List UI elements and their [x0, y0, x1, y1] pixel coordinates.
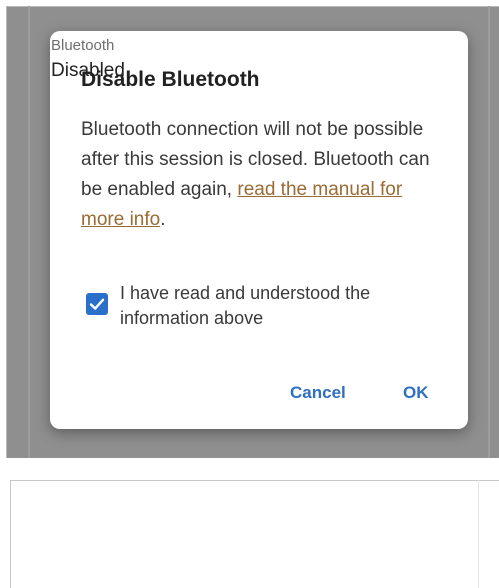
acknowledge-checkbox-label[interactable]: I have read and understood the informati…	[120, 281, 420, 331]
bluetooth-setting-value: Disabled	[51, 60, 125, 81]
dimmed-page-edge	[28, 6, 30, 458]
bluetooth-setting-card[interactable]	[10, 480, 499, 588]
dialog-message: Bluetooth connection will not be possibl…	[81, 115, 441, 235]
acknowledge-checkbox-row[interactable]: I have read and understood the informati…	[86, 281, 446, 341]
cancel-button[interactable]: Cancel	[290, 383, 346, 403]
dimmed-page-edge	[488, 6, 490, 458]
disable-bluetooth-dialog: Disable Bluetooth Bluetooth connection w…	[50, 31, 468, 429]
acknowledge-checkbox[interactable]	[86, 293, 108, 315]
bluetooth-setting-label: Bluetooth	[51, 37, 115, 54]
card-divider	[478, 480, 479, 588]
checkmark-icon	[89, 298, 105, 310]
dialog-message-suffix: .	[160, 209, 166, 230]
ok-button[interactable]: OK	[403, 383, 429, 403]
